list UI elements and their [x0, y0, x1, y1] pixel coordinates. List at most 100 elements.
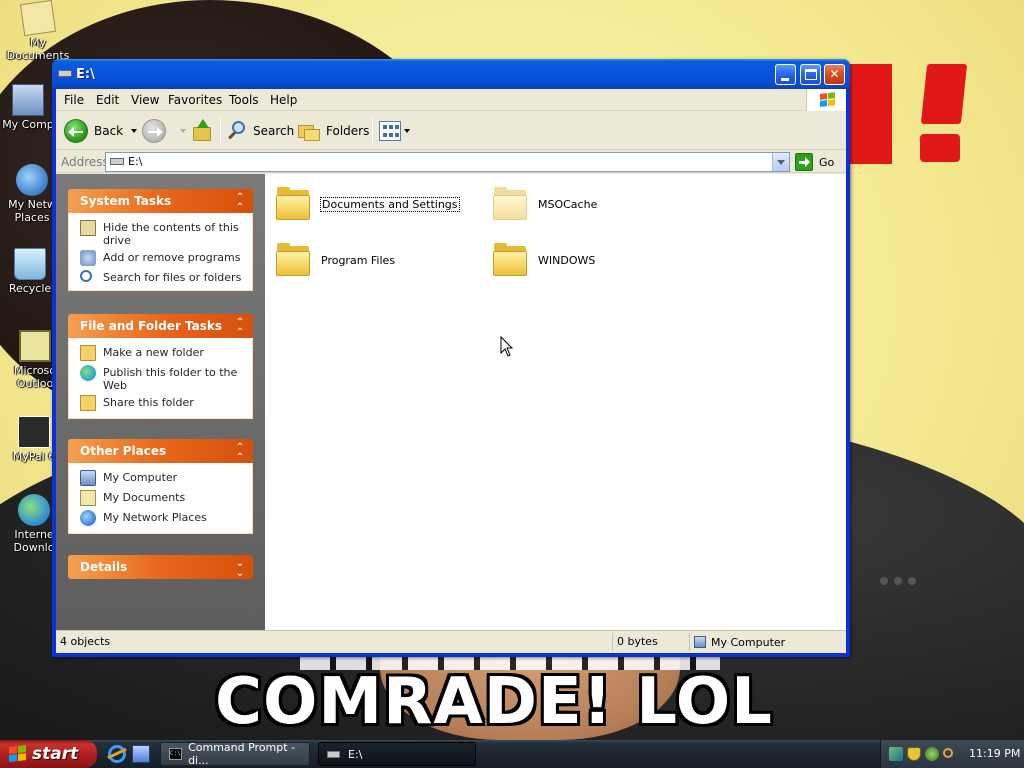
- quick-launch-internet-explorer[interactable]: [108, 745, 126, 763]
- taskbar: start C:\ Command Prompt - di... E:\ 11:…: [0, 740, 1024, 768]
- task-publish-folder[interactable]: Publish this folder to the Web: [69, 364, 252, 394]
- maximize-button[interactable]: [800, 64, 821, 85]
- system-tasks-header[interactable]: System Tasks ⌃ ⌃: [68, 189, 253, 213]
- task-search-files[interactable]: Search for files or folders: [69, 269, 252, 286]
- taskbar-item-explorer[interactable]: E:\: [318, 742, 476, 766]
- window-titlebar[interactable]: E:\ ✕: [52, 59, 850, 89]
- windows-flag-icon: [9, 745, 27, 763]
- forward-dropdown-icon[interactable]: [180, 129, 186, 133]
- menu-view[interactable]: View: [131, 93, 159, 107]
- start-label: start: [32, 744, 79, 764]
- my-documents-icon: [80, 490, 96, 506]
- start-button[interactable]: start: [0, 740, 97, 768]
- clock[interactable]: 11:19 PM: [969, 747, 1020, 760]
- folder-name: WINDOWS: [538, 253, 596, 267]
- menu-help[interactable]: Help: [270, 93, 297, 107]
- close-button[interactable]: ✕: [824, 64, 845, 85]
- explorer-window: E:\ ✕ File Edit View Favorites Tools Hel…: [52, 59, 850, 657]
- task-label: Publish this folder to the Web: [103, 366, 238, 392]
- folder-item-documents-and-settings[interactable]: Documents and Settings: [275, 182, 460, 226]
- wallpaper-caption: COMRADE! LOL: [215, 665, 773, 739]
- address-dropdown-button[interactable]: [772, 153, 789, 171]
- hidden-folder-icon: [492, 186, 528, 222]
- task-label: My Network Places: [103, 511, 207, 524]
- folder-item-program-files[interactable]: Program Files: [275, 238, 395, 282]
- go-button[interactable]: Go: [795, 152, 834, 172]
- up-folder-button[interactable]: [191, 117, 213, 145]
- folders-label: Folders: [326, 124, 370, 138]
- drive-icon: [110, 158, 124, 165]
- folder-icon: [492, 242, 528, 278]
- taskbar-item-label: E:\: [348, 747, 363, 761]
- go-label: Go: [819, 155, 835, 169]
- expand-chevron-icon[interactable]: ⌄ ⌄: [233, 559, 247, 579]
- status-object-count: 4 objects: [60, 635, 111, 648]
- search-icon[interactable]: [943, 748, 953, 758]
- file-folder-tasks-panel: File and Folder Tasks ⌃ ⌃ Make a new fold…: [68, 314, 253, 419]
- menu-favorites[interactable]: Favorites: [168, 93, 222, 107]
- folders-button[interactable]: Folders: [298, 117, 369, 145]
- wallpaper-coat-buttons: [880, 575, 940, 599]
- back-button[interactable]: Back: [64, 117, 138, 145]
- address-input[interactable]: E:\: [105, 152, 790, 172]
- menu-tools[interactable]: Tools: [229, 93, 259, 107]
- other-places-header[interactable]: Other Places ⌃ ⌃: [68, 439, 253, 463]
- collapse-chevron-icon[interactable]: ⌃ ⌃: [233, 443, 247, 463]
- place-my-network-places[interactable]: My Network Places: [69, 509, 252, 529]
- views-button[interactable]: [379, 117, 410, 145]
- search-icon: [80, 270, 92, 282]
- search-button[interactable]: Search: [226, 117, 294, 145]
- minimize-icon: [781, 78, 789, 81]
- task-hide-drive-contents[interactable]: Hide the contents of this drive: [69, 219, 252, 249]
- window-title: E:\: [76, 67, 95, 82]
- command-prompt-icon: C:\: [169, 748, 183, 760]
- menu-edit[interactable]: Edit: [96, 93, 119, 107]
- my-computer-icon: [694, 636, 706, 648]
- collapse-chevron-icon[interactable]: ⌃ ⌃: [233, 193, 247, 213]
- network-places-icon: [16, 164, 48, 196]
- other-places-panel: Other Places ⌃ ⌃ My Computer My Documents…: [68, 439, 253, 534]
- back-dropdown-icon[interactable]: [131, 129, 138, 133]
- folders-icon: [298, 121, 320, 141]
- desktop-icon-my-documents[interactable]: My Documents: [0, 0, 76, 62]
- task-add-remove-programs[interactable]: Add or remove programs: [69, 249, 252, 269]
- recycle-bin-icon: [14, 248, 46, 280]
- search-label: Search: [253, 124, 295, 138]
- forward-button[interactable]: [142, 117, 186, 145]
- task-label: My Documents: [103, 491, 186, 504]
- security-shield-icon[interactable]: [907, 747, 921, 761]
- hide-contents-icon: [80, 220, 96, 236]
- wireless-icon[interactable]: [925, 747, 939, 761]
- menu-file[interactable]: File: [64, 93, 84, 107]
- network-status-icon[interactable]: [889, 747, 903, 761]
- desktop-icon-label: My Netw: [8, 198, 56, 211]
- task-label: Share this folder: [103, 396, 194, 409]
- minimize-button[interactable]: [775, 64, 796, 85]
- quick-launch-show-desktop-icon[interactable]: [132, 745, 150, 763]
- folder-name: Program Files: [321, 253, 396, 267]
- task-share-folder[interactable]: Share this folder: [69, 394, 252, 414]
- details-panel: Details ⌄ ⌄: [68, 555, 253, 579]
- panel-title: Details: [80, 560, 128, 574]
- file-list: Documents and Settings MSOCache Program …: [265, 174, 846, 630]
- task-label: Search for files or folders: [103, 271, 242, 284]
- toolbar-separator: [372, 118, 373, 144]
- desktop-icon-label: Downlo: [13, 541, 55, 554]
- folder-item-msocache[interactable]: MSOCache: [492, 182, 597, 226]
- drive-icon: [58, 70, 72, 77]
- internet-download-icon: [18, 494, 50, 526]
- collapse-chevron-icon[interactable]: ⌃ ⌃: [233, 318, 247, 338]
- file-folder-tasks-header[interactable]: File and Folder Tasks ⌃ ⌃: [68, 314, 253, 338]
- mypal-shortcut-icon: [18, 416, 50, 448]
- place-my-computer[interactable]: My Computer: [69, 469, 252, 489]
- file-folder-tasks-body: Make a new folder Publish this folder to…: [68, 338, 253, 419]
- place-my-documents[interactable]: My Documents: [69, 489, 252, 509]
- address-label: Address: [61, 155, 109, 169]
- task-make-new-folder[interactable]: Make a new folder: [69, 344, 252, 364]
- taskbar-item-command-prompt[interactable]: C:\ Command Prompt - di...: [160, 741, 310, 767]
- folder-icon: [275, 242, 311, 278]
- panel-title: System Tasks: [80, 194, 172, 208]
- folder-item-windows[interactable]: WINDOWS: [492, 238, 595, 282]
- details-header[interactable]: Details ⌄ ⌄: [68, 555, 253, 579]
- forward-arrow-icon: [142, 119, 166, 143]
